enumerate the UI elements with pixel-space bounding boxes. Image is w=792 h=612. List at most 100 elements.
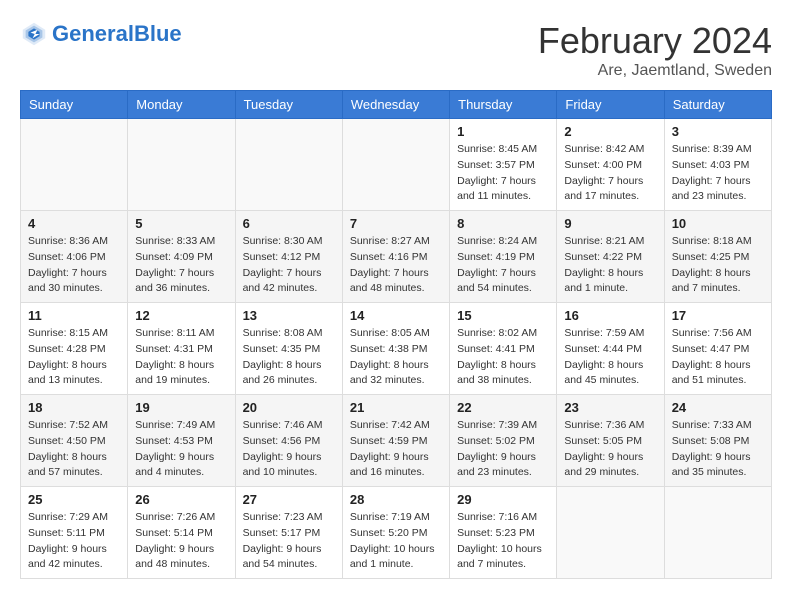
calendar-cell: 1 Sunrise: 8:45 AM Sunset: 3:57 PM Daylig… [450, 119, 557, 211]
day-info: Sunrise: 8:30 AM Sunset: 4:12 PM Dayligh… [243, 234, 335, 297]
day-info: Sunrise: 7:23 AM Sunset: 5:17 PM Dayligh… [243, 510, 335, 573]
title-block: February 2024 Are, Jaemtland, Sweden [538, 20, 772, 80]
calendar-cell: 15Sunrise: 8:02 AM Sunset: 4:41 PM Dayli… [450, 303, 557, 395]
day-info: Sunrise: 7:26 AM Sunset: 5:14 PM Dayligh… [135, 510, 227, 573]
column-header-thursday: Thursday [450, 91, 557, 119]
day-info: Sunrise: 8:42 AM Sunset: 4:00 PM Dayligh… [564, 142, 656, 205]
day-info: Sunrise: 8:33 AM Sunset: 4:09 PM Dayligh… [135, 234, 227, 297]
day-number: 17 [672, 308, 764, 323]
calendar-cell: 16Sunrise: 7:59 AM Sunset: 4:44 PM Dayli… [557, 303, 664, 395]
day-info: Sunrise: 8:08 AM Sunset: 4:35 PM Dayligh… [243, 326, 335, 389]
day-number: 14 [350, 308, 442, 323]
calendar-cell: 21 Sunrise: 7:42 AM Sunset: 4:59 PM Dayli… [342, 395, 449, 487]
calendar-cell: 25Sunrise: 7:29 AM Sunset: 5:11 PM Dayli… [21, 487, 128, 579]
day-info: Sunrise: 7:52 AM Sunset: 4:50 PM Dayligh… [28, 418, 120, 481]
day-info: Sunrise: 7:59 AM Sunset: 4:44 PM Dayligh… [564, 326, 656, 389]
logo-general: General [52, 21, 134, 46]
calendar-cell: 22 Sunrise: 7:39 AM Sunset: 5:02 PM Dayli… [450, 395, 557, 487]
day-number: 28 [350, 492, 442, 507]
calendar-cell: 19 Sunrise: 7:49 AM Sunset: 4:53 PM Dayli… [128, 395, 235, 487]
calendar-cell [21, 119, 128, 211]
calendar-cell [557, 487, 664, 579]
calendar-cell: 26Sunrise: 7:26 AM Sunset: 5:14 PM Dayli… [128, 487, 235, 579]
day-info: Sunrise: 7:33 AM Sunset: 5:08 PM Dayligh… [672, 418, 764, 481]
calendar-cell: 24 Sunrise: 7:33 AM Sunset: 5:08 PM Dayli… [664, 395, 771, 487]
calendar-cell: 10 Sunrise: 8:18 AM Sunset: 4:25 PM Dayli… [664, 211, 771, 303]
column-header-sunday: Sunday [21, 91, 128, 119]
day-info: Sunrise: 7:19 AM Sunset: 5:20 PM Dayligh… [350, 510, 442, 573]
day-number: 9 [564, 216, 656, 231]
day-info: Sunrise: 7:29 AM Sunset: 5:11 PM Dayligh… [28, 510, 120, 573]
day-number: 2 [564, 124, 656, 139]
calendar-week-row: 25Sunrise: 7:29 AM Sunset: 5:11 PM Dayli… [21, 487, 772, 579]
day-number: 27 [243, 492, 335, 507]
day-info: Sunrise: 8:18 AM Sunset: 4:25 PM Dayligh… [672, 234, 764, 297]
calendar-cell [664, 487, 771, 579]
day-number: 1 [457, 124, 549, 139]
logo-text: GeneralBlue [52, 22, 182, 46]
column-header-monday: Monday [128, 91, 235, 119]
day-number: 5 [135, 216, 227, 231]
day-info: Sunrise: 7:39 AM Sunset: 5:02 PM Dayligh… [457, 418, 549, 481]
logo: GeneralBlue [20, 20, 182, 48]
day-info: Sunrise: 8:39 AM Sunset: 4:03 PM Dayligh… [672, 142, 764, 205]
column-header-tuesday: Tuesday [235, 91, 342, 119]
day-info: Sunrise: 7:36 AM Sunset: 5:05 PM Dayligh… [564, 418, 656, 481]
calendar-week-row: 1 Sunrise: 8:45 AM Sunset: 3:57 PM Daylig… [21, 119, 772, 211]
day-info: Sunrise: 7:16 AM Sunset: 5:23 PM Dayligh… [457, 510, 549, 573]
calendar-cell: 27 Sunrise: 7:23 AM Sunset: 5:17 PM Dayli… [235, 487, 342, 579]
day-info: Sunrise: 7:42 AM Sunset: 4:59 PM Dayligh… [350, 418, 442, 481]
calendar-table: SundayMondayTuesdayWednesdayThursdayFrid… [20, 90, 772, 579]
day-info: Sunrise: 7:46 AM Sunset: 4:56 PM Dayligh… [243, 418, 335, 481]
calendar-cell: 4 Sunrise: 8:36 AM Sunset: 4:06 PM Daylig… [21, 211, 128, 303]
calendar-week-row: 11Sunrise: 8:15 AM Sunset: 4:28 PM Dayli… [21, 303, 772, 395]
day-number: 18 [28, 400, 120, 415]
day-info: Sunrise: 8:36 AM Sunset: 4:06 PM Dayligh… [28, 234, 120, 297]
calendar-cell: 11Sunrise: 8:15 AM Sunset: 4:28 PM Dayli… [21, 303, 128, 395]
day-number: 7 [350, 216, 442, 231]
column-header-friday: Friday [557, 91, 664, 119]
day-number: 10 [672, 216, 764, 231]
day-number: 6 [243, 216, 335, 231]
calendar-cell: 5 Sunrise: 8:33 AM Sunset: 4:09 PM Daylig… [128, 211, 235, 303]
day-number: 24 [672, 400, 764, 415]
calendar-cell: 8Sunrise: 8:24 AM Sunset: 4:19 PM Daylig… [450, 211, 557, 303]
day-number: 3 [672, 124, 764, 139]
calendar-header-row: SundayMondayTuesdayWednesdayThursdayFrid… [21, 91, 772, 119]
day-number: 11 [28, 308, 120, 323]
page-header: GeneralBlue February 2024 Are, Jaemtland… [20, 20, 772, 80]
day-info: Sunrise: 8:05 AM Sunset: 4:38 PM Dayligh… [350, 326, 442, 389]
column-header-wednesday: Wednesday [342, 91, 449, 119]
month-title: February 2024 [538, 20, 772, 62]
logo-icon [20, 20, 48, 48]
calendar-cell: 29 Sunrise: 7:16 AM Sunset: 5:23 PM Dayli… [450, 487, 557, 579]
calendar-cell: 20 Sunrise: 7:46 AM Sunset: 4:56 PM Dayli… [235, 395, 342, 487]
day-number: 8 [457, 216, 549, 231]
calendar-cell: 23Sunrise: 7:36 AM Sunset: 5:05 PM Dayli… [557, 395, 664, 487]
logo-blue: Blue [134, 21, 182, 46]
day-info: Sunrise: 7:49 AM Sunset: 4:53 PM Dayligh… [135, 418, 227, 481]
calendar-cell [128, 119, 235, 211]
column-header-saturday: Saturday [664, 91, 771, 119]
calendar-cell [235, 119, 342, 211]
day-number: 15 [457, 308, 549, 323]
day-number: 13 [243, 308, 335, 323]
day-number: 4 [28, 216, 120, 231]
day-number: 21 [350, 400, 442, 415]
day-info: Sunrise: 8:21 AM Sunset: 4:22 PM Dayligh… [564, 234, 656, 297]
calendar-cell: 9 Sunrise: 8:21 AM Sunset: 4:22 PM Daylig… [557, 211, 664, 303]
day-info: Sunrise: 7:56 AM Sunset: 4:47 PM Dayligh… [672, 326, 764, 389]
day-number: 29 [457, 492, 549, 507]
day-number: 20 [243, 400, 335, 415]
day-info: Sunrise: 8:11 AM Sunset: 4:31 PM Dayligh… [135, 326, 227, 389]
calendar-cell: 17 Sunrise: 7:56 AM Sunset: 4:47 PM Dayli… [664, 303, 771, 395]
calendar-cell: 12Sunrise: 8:11 AM Sunset: 4:31 PM Dayli… [128, 303, 235, 395]
day-number: 19 [135, 400, 227, 415]
calendar-cell: 3 Sunrise: 8:39 AM Sunset: 4:03 PM Daylig… [664, 119, 771, 211]
calendar-week-row: 18 Sunrise: 7:52 AM Sunset: 4:50 PM Dayli… [21, 395, 772, 487]
calendar-cell: 7Sunrise: 8:27 AM Sunset: 4:16 PM Daylig… [342, 211, 449, 303]
calendar-cell: 2 Sunrise: 8:42 AM Sunset: 4:00 PM Daylig… [557, 119, 664, 211]
calendar-cell [342, 119, 449, 211]
day-number: 22 [457, 400, 549, 415]
day-info: Sunrise: 8:45 AM Sunset: 3:57 PM Dayligh… [457, 142, 549, 205]
